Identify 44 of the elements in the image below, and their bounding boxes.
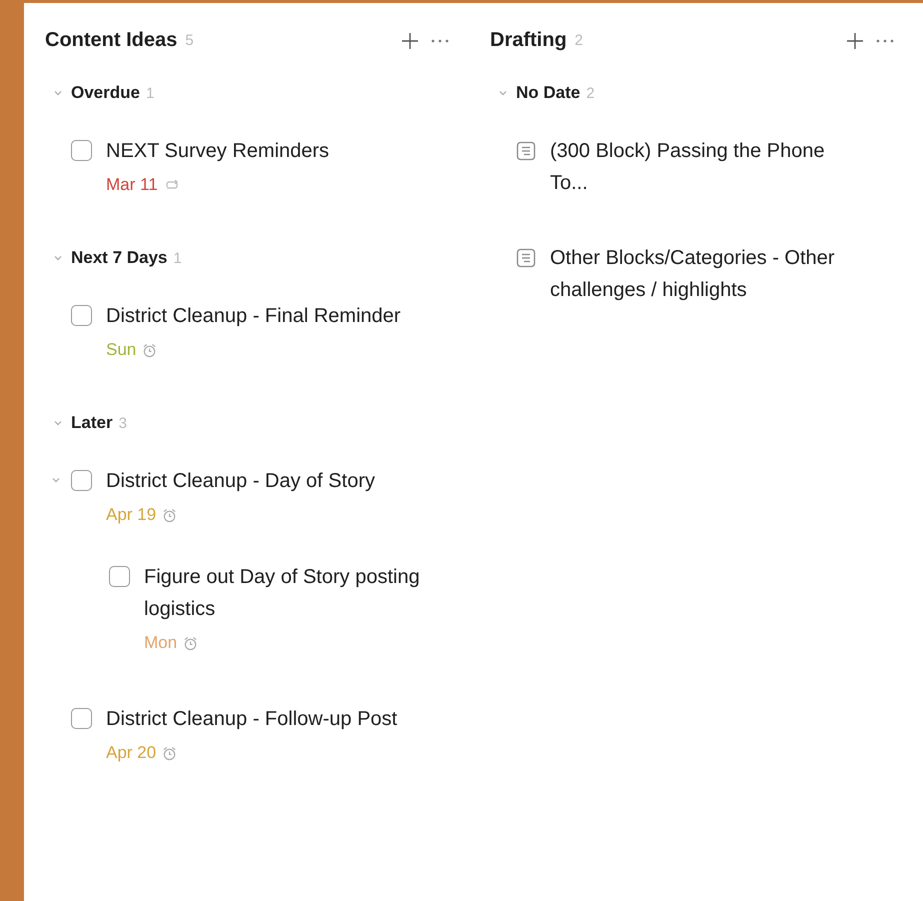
task-title[interactable]: Other Blocks/Categories - Other challenges / highlights xyxy=(550,242,850,306)
due-date: Apr 20 xyxy=(106,743,156,763)
chevron-icon[interactable] xyxy=(51,475,61,485)
task-title[interactable]: Figure out Day of Story posting logistics xyxy=(144,561,444,625)
chevron-icon[interactable] xyxy=(53,88,63,98)
checkbox[interactable] xyxy=(71,470,92,491)
section-title[interactable]: Next 7 Days xyxy=(71,248,168,268)
add-icon[interactable] xyxy=(400,30,420,50)
chevron-icon[interactable] xyxy=(498,88,508,98)
note-icon xyxy=(516,248,536,268)
due-date: Mar 11 xyxy=(106,175,158,195)
column-title: Drafting xyxy=(490,29,567,52)
more-icon[interactable] xyxy=(875,38,895,44)
add-icon[interactable] xyxy=(845,30,865,50)
chevron-icon[interactable] xyxy=(53,253,63,263)
task-title[interactable]: (300 Block) Passing the Phone To... xyxy=(550,135,850,199)
task-title[interactable]: District Cleanup - Follow-up Post xyxy=(106,703,398,735)
due-date: Apr 19 xyxy=(106,505,156,525)
due-date: Sun xyxy=(106,340,136,360)
checkbox[interactable] xyxy=(109,566,130,587)
alarm-icon xyxy=(183,636,198,650)
task-count: 2 xyxy=(574,32,584,49)
task-title[interactable]: NEXT Survey Reminders xyxy=(106,135,330,167)
alarm-icon xyxy=(162,746,178,760)
alarm-icon xyxy=(142,342,158,358)
task-title[interactable]: District Cleanup - Day of Story xyxy=(106,465,375,497)
note-icon xyxy=(516,141,536,161)
checkbox[interactable] xyxy=(71,305,92,326)
section-title[interactable]: Later xyxy=(71,413,113,433)
section-title[interactable]: Overdue xyxy=(71,83,140,103)
task-count: 5 xyxy=(185,32,194,49)
more-icon[interactable] xyxy=(430,38,450,44)
checkbox[interactable] xyxy=(71,140,92,161)
alarm-icon xyxy=(162,508,178,522)
task-count: 3 xyxy=(118,414,127,432)
task-count: 2 xyxy=(586,84,595,102)
task-count: 1 xyxy=(173,250,182,266)
chevron-icon[interactable] xyxy=(53,418,63,428)
task-title[interactable]: District Cleanup - Final Reminder xyxy=(106,300,401,332)
task-count: 1 xyxy=(146,84,154,102)
column-title: Content Ideas xyxy=(45,29,178,52)
checkbox[interactable] xyxy=(71,708,92,729)
due-date: Mon xyxy=(144,633,178,653)
section-title[interactable]: No Date xyxy=(516,83,580,103)
